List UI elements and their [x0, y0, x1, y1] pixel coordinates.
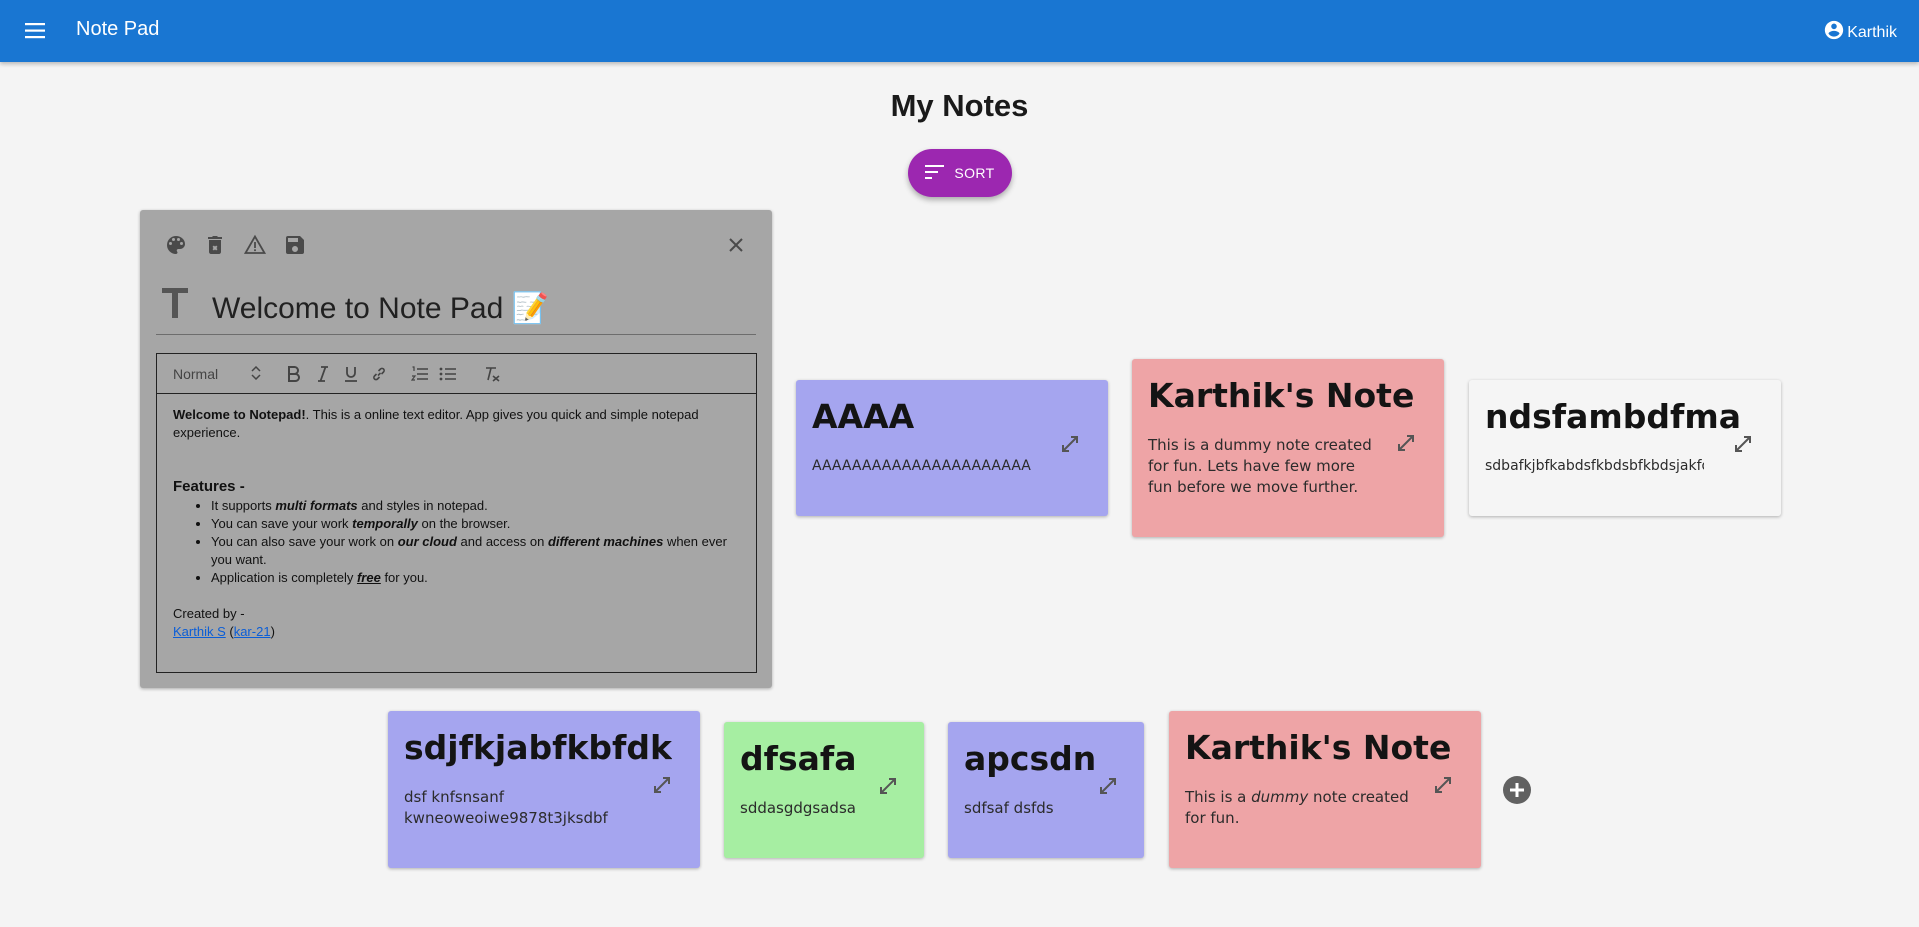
app-title: Note Pad [76, 18, 160, 40]
delete-icon[interactable] [203, 233, 227, 257]
underline-icon[interactable] [342, 364, 360, 384]
note-body: sddasgdgsadsa [740, 799, 856, 817]
add-circle-icon[interactable] [1503, 776, 1531, 804]
note-title: apcsdn [964, 739, 1097, 778]
intro-bold: Welcome to Notepad! [173, 407, 306, 422]
list-item: You can save your work temporally on the… [211, 515, 740, 533]
page-title: My Notes [890, 88, 1029, 123]
link-icon[interactable] [370, 364, 388, 384]
note-editor: Welcome to Note Pad 📝 Normal Welcome to … [140, 210, 772, 688]
note-title: dfsafa [740, 739, 857, 778]
created-by-label: Created by - [173, 606, 245, 621]
handle-link[interactable]: kar-21 [234, 624, 271, 639]
bullet-list-icon[interactable] [438, 364, 458, 384]
note-title: Karthik's Note [1148, 376, 1415, 415]
save-icon[interactable] [283, 233, 307, 257]
format-select-value: Normal [173, 366, 219, 382]
note-title: ndsfambdfma [1485, 397, 1742, 436]
note-card[interactable]: dfsafa sddasgdgsadsa [724, 722, 924, 858]
note-body: This is a dummy note created for fun. [1185, 788, 1409, 827]
format-select[interactable]: Normal [173, 364, 261, 384]
sort-button[interactable]: SORT [908, 149, 1012, 197]
note-body: dsf knfsnsanf kwneoweoiwe9878t3jksdbf [404, 788, 608, 827]
intro-paragraph: Welcome to Notepad!. This is a online te… [173, 406, 740, 442]
note-card[interactable]: AAAA AAAAAAAAAAAAAAAAAAAAAA [796, 380, 1108, 516]
user-name: Karthik [1847, 23, 1897, 41]
features-heading: Features - [173, 478, 245, 495]
author-link[interactable]: Karthik S [173, 624, 226, 639]
hamburger-menu-icon[interactable] [20, 18, 52, 44]
note-body: This is a dummy note created for fun. Le… [1148, 436, 1372, 496]
title-input[interactable]: Welcome to Note Pad 📝 [212, 291, 549, 326]
expand-diagonal-icon[interactable] [1058, 432, 1084, 458]
author-line: Karthik S (kar-21) [173, 624, 275, 639]
note-card[interactable]: apcsdn sdfsaf dsfds [948, 722, 1144, 858]
warning-icon[interactable] [243, 233, 267, 257]
list-item: It supports multi formats and styles in … [211, 497, 740, 515]
list-item: Application is completely free for you. [211, 569, 740, 587]
note-card[interactable]: ndsfambdfma sdbafkjbfkabdsfkbdsbfkbdsjak… [1469, 380, 1781, 516]
expand-diagonal-icon[interactable] [650, 773, 676, 799]
title-field[interactable]: Welcome to Note Pad 📝 [156, 280, 756, 335]
clear-format-icon[interactable] [483, 364, 503, 384]
account-circle-icon [1823, 19, 1845, 46]
note-title: sdjfkjabfkbfdk [404, 728, 672, 767]
note-body: AAAAAAAAAAAAAAAAAAAAAA [812, 458, 1031, 474]
bold-icon[interactable] [285, 364, 303, 384]
note-body: sdfsaf dsfds [964, 799, 1054, 817]
palette-icon[interactable] [164, 233, 188, 257]
app-bar: Note Pad Karthik [0, 0, 1919, 62]
text-t-icon [162, 288, 188, 323]
note-body: sdbafkjbfkabdsfkbdsbfkbdsjakfd [1485, 458, 1704, 474]
sort-icon [925, 164, 945, 182]
select-arrows-icon [251, 365, 261, 383]
rte-content[interactable]: Welcome to Notepad!. This is a online te… [157, 394, 756, 641]
expand-diagonal-icon[interactable] [1731, 432, 1757, 458]
note-title: Karthik's Note [1185, 728, 1452, 767]
note-card[interactable]: Karthik's Note This is a dummy note crea… [1132, 359, 1444, 537]
expand-diagonal-icon[interactable] [1394, 431, 1420, 457]
expand-diagonal-icon[interactable] [876, 774, 902, 800]
ordered-list-icon[interactable] [410, 364, 430, 384]
list-item: You can also save your work on our cloud… [211, 533, 740, 569]
rte-toolbar: Normal [157, 354, 756, 394]
expand-diagonal-icon[interactable] [1431, 773, 1457, 799]
note-card[interactable]: Karthik's Note This is a dummy note crea… [1169, 711, 1481, 868]
close-icon[interactable] [724, 233, 748, 257]
italic-icon[interactable] [314, 364, 332, 384]
note-title: AAAA [812, 397, 915, 436]
sort-label: SORT [954, 165, 995, 181]
note-card[interactable]: sdjfkjabfkbfdk dsf knfsnsanf kwneoweoiwe… [388, 711, 700, 868]
expand-diagonal-icon[interactable] [1096, 774, 1122, 800]
rich-text-editor: Normal Welcome to Notepad!. This is a on… [156, 353, 757, 673]
features-list: It supports multi formats and styles in … [173, 497, 740, 587]
user-menu[interactable]: Karthik [1823, 19, 1897, 46]
